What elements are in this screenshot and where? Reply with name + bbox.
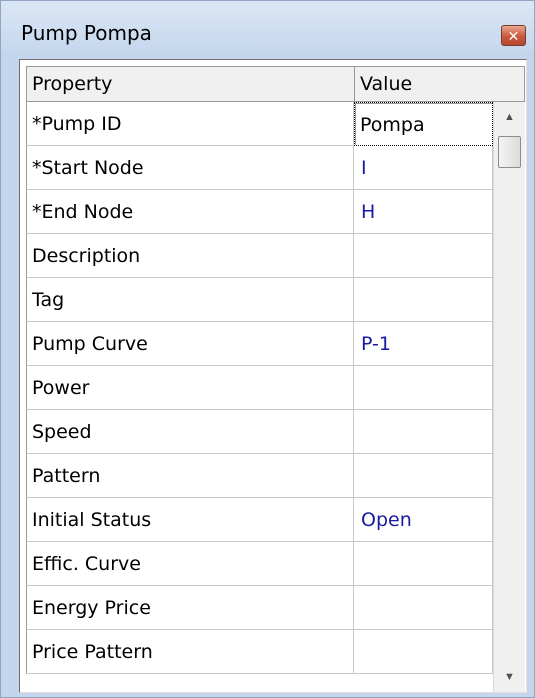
property-value[interactable] — [354, 586, 493, 630]
property-name: Power — [26, 366, 354, 410]
property-value[interactable] — [354, 278, 493, 322]
property-name: Speed — [26, 410, 354, 454]
property-name: Pattern — [26, 454, 354, 498]
property-value[interactable] — [354, 542, 493, 586]
property-value[interactable] — [354, 234, 493, 278]
close-icon: ✕ — [507, 28, 520, 44]
property-name: Initial Status — [26, 498, 354, 542]
chevron-down-icon[interactable]: ▼ — [494, 662, 525, 692]
table-row[interactable]: Effic. Curve — [26, 542, 493, 586]
property-name: Price Pattern — [26, 630, 354, 674]
table-row[interactable]: Pump Curve P-1 — [26, 322, 493, 366]
property-value[interactable]: Open — [354, 498, 493, 542]
table-row[interactable]: Power — [26, 366, 493, 410]
table-row[interactable]: Description — [26, 234, 493, 278]
vertical-scrollbar[interactable]: ▲ ▼ — [493, 102, 525, 692]
chevron-up-icon[interactable]: ▲ — [494, 102, 525, 132]
property-name: Description — [26, 234, 354, 278]
property-value[interactable]: H — [354, 190, 493, 234]
column-header-property[interactable]: Property — [27, 67, 355, 101]
property-value[interactable] — [354, 630, 493, 674]
table-row[interactable]: Price Pattern — [26, 630, 493, 674]
property-value[interactable]: I — [354, 146, 493, 190]
table-row[interactable]: *Start Node I — [26, 146, 493, 190]
property-value[interactable]: P-1 — [354, 322, 493, 366]
property-value[interactable] — [354, 454, 493, 498]
property-grid: Property Value *Pump ID Pompa *Start Nod… — [19, 59, 527, 693]
property-name: Effic. Curve — [26, 542, 354, 586]
title-bar[interactable]: Pump Pompa ✕ — [1, 1, 534, 51]
close-button[interactable]: ✕ — [501, 25, 526, 46]
property-editor-window: Pump Pompa ✕ Property Value *Pump ID Pom… — [0, 0, 535, 698]
column-header-value[interactable]: Value — [355, 67, 524, 101]
property-name: Energy Price — [26, 586, 354, 630]
property-name: *Pump ID — [26, 102, 354, 146]
table-row[interactable]: Initial Status Open — [26, 498, 493, 542]
property-name: *End Node — [26, 190, 354, 234]
pump-id-input[interactable]: Pompa — [354, 102, 493, 146]
table-row[interactable]: *Pump ID Pompa — [26, 102, 493, 146]
table-row[interactable]: *End Node H — [26, 190, 493, 234]
property-name: Tag — [26, 278, 354, 322]
property-name: Pump Curve — [26, 322, 354, 366]
grid-header: Property Value — [26, 66, 525, 102]
property-value[interactable] — [354, 366, 493, 410]
table-row[interactable]: Energy Price — [26, 586, 493, 630]
table-row[interactable]: Tag — [26, 278, 493, 322]
property-value[interactable] — [354, 410, 493, 454]
table-row[interactable]: Pattern — [26, 454, 493, 498]
window-title: Pump Pompa — [21, 21, 152, 45]
table-row[interactable]: Speed — [26, 410, 493, 454]
scrollbar-thumb[interactable] — [498, 136, 521, 168]
property-name: *Start Node — [26, 146, 354, 190]
